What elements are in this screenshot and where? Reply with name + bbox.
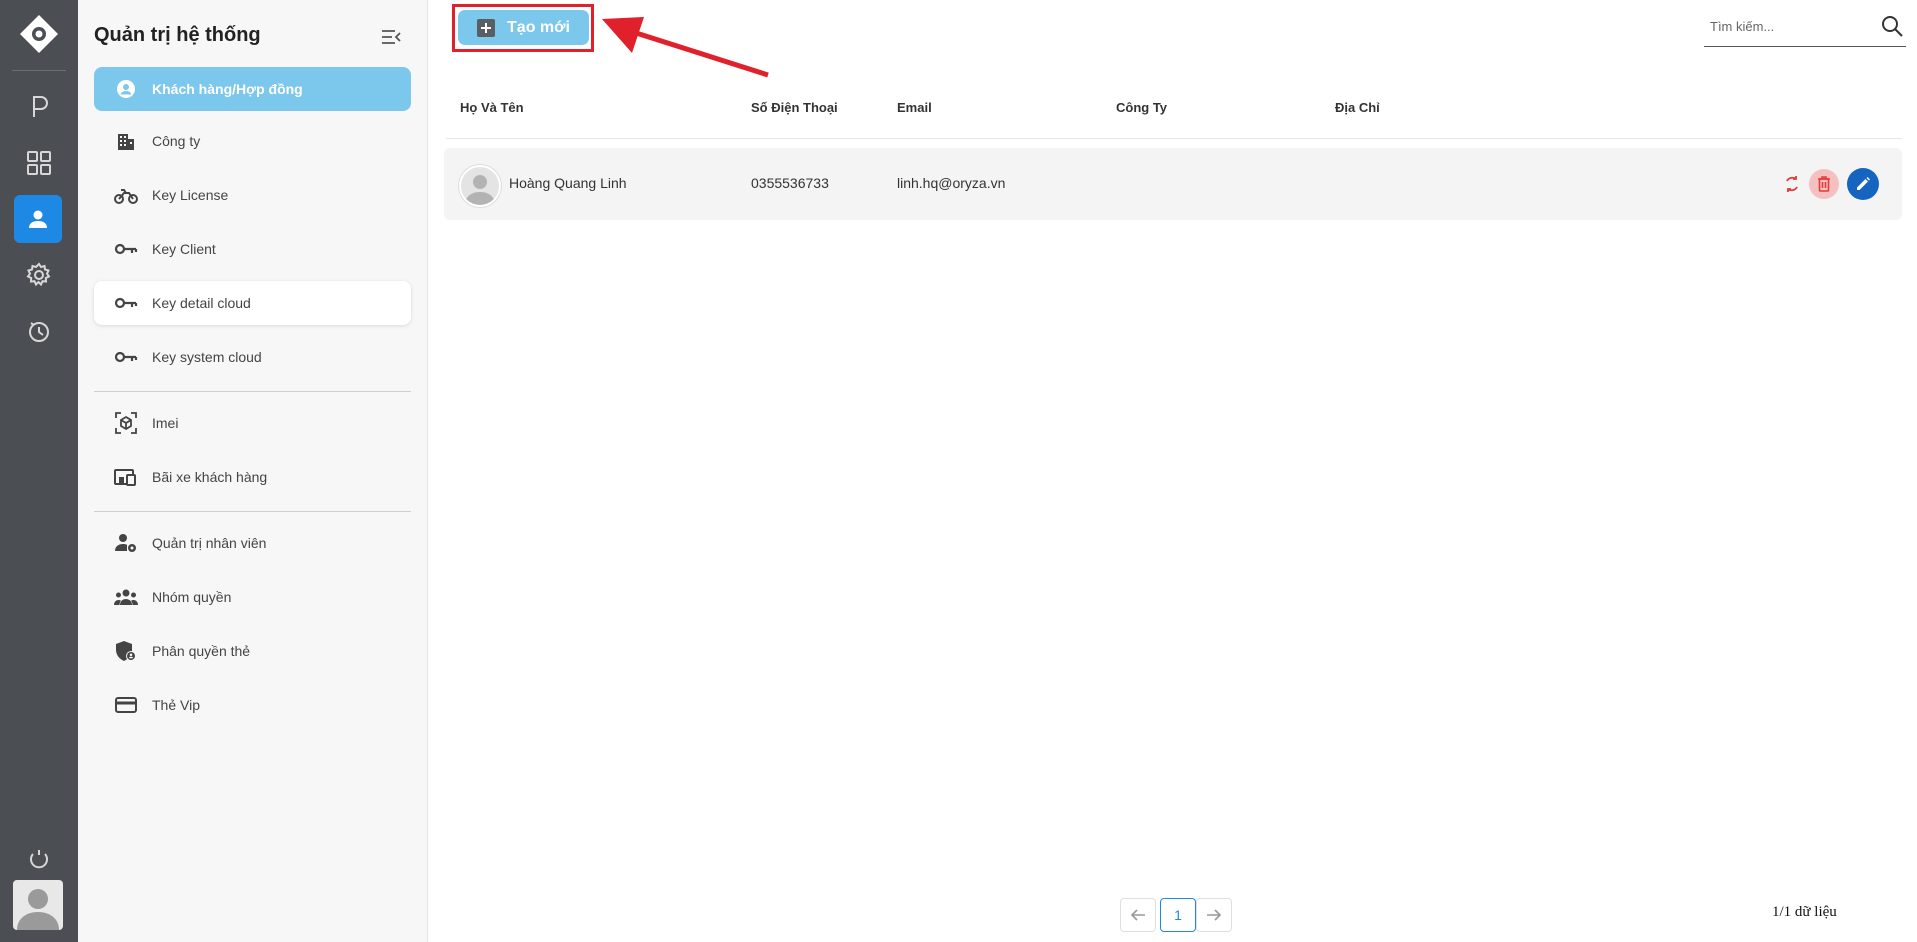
sidebar-item-staff-admin[interactable]: Quản trị nhân viên [94, 521, 411, 565]
column-header-email: Email [897, 100, 932, 115]
sidebar-divider [94, 391, 411, 392]
sidebar: Quản trị hệ thống Khách hàng/Hợp đồng Cô… [78, 0, 428, 942]
delete-button[interactable] [1809, 169, 1839, 199]
table-header: Họ Và Tên Số Điện Thoại Email Công Ty Đị… [446, 100, 1902, 139]
account-circle-icon [114, 77, 138, 101]
annotation-arrow-icon [602, 17, 769, 78]
search-input[interactable] [1708, 18, 1872, 35]
create-new-label: Tạo mới [507, 18, 570, 36]
building-icon [114, 129, 138, 153]
scan-cube-icon [114, 411, 138, 435]
cell-phone: 0355536733 [751, 175, 829, 191]
user-cog-icon [114, 531, 138, 555]
sidebar-divider [94, 511, 411, 512]
sidebar-item-key-system-cloud[interactable]: Key system cloud [94, 335, 411, 379]
shield-user-icon [114, 639, 138, 663]
table-row[interactable]: Hoàng Quang Linh 0355536733 linh.hq@oryz… [444, 148, 1902, 220]
icon-rail [0, 0, 78, 942]
sidebar-item-vip-card[interactable]: Thẻ Vip [94, 683, 411, 727]
sidebar-item-key-client[interactable]: Key Client [94, 227, 411, 271]
record-count: 1/1 dữ liệu [1772, 904, 1837, 920]
sidebar-item-label: Quản trị nhân viên [152, 535, 267, 551]
sidebar-item-key-license[interactable]: Key License [94, 173, 411, 217]
group-icon [114, 585, 138, 609]
sidebar-title: Quản trị hệ thống [94, 24, 261, 46]
reset-icon[interactable] [1777, 169, 1807, 199]
rail-divider [12, 70, 66, 71]
arrow-left-icon [1130, 909, 1145, 921]
sidebar-item-customers-contracts[interactable]: Khách hàng/Hợp đồng [94, 67, 411, 111]
sidebar-item-customer-parking[interactable]: Bãi xe khách hàng [94, 455, 411, 499]
column-header-phone: Số Điện Thoại [751, 100, 838, 115]
sidebar-item-label: Bãi xe khách hàng [152, 469, 268, 485]
sidebar-item-label: Key Client [152, 241, 216, 257]
sidebar-item-label: Khách hàng/Hợp đồng [152, 81, 303, 97]
user-icon[interactable] [14, 195, 62, 243]
sync-icon[interactable] [17, 837, 61, 881]
motorbike-icon [114, 183, 138, 207]
sidebar-item-company[interactable]: Công ty [94, 119, 411, 163]
avatar [459, 165, 501, 207]
sidebar-item-label: Thẻ Vip [152, 697, 200, 713]
sidebar-item-label: Công ty [152, 133, 201, 149]
cell-name: Hoàng Quang Linh [509, 175, 627, 191]
next-page-button[interactable] [1196, 898, 1232, 932]
key-icon [114, 345, 138, 369]
trash-icon [1818, 176, 1830, 192]
settings-icon[interactable] [17, 253, 61, 297]
key-icon [114, 237, 138, 261]
column-header-name: Họ Và Tên [460, 100, 524, 115]
clock-history-icon[interactable] [17, 309, 61, 353]
sidebar-item-label: Imei [152, 415, 179, 431]
search-icon[interactable] [1880, 14, 1904, 38]
sidebar-item-label: Key system cloud [152, 349, 262, 365]
sidebar-item-imei[interactable]: Imei [94, 401, 411, 445]
arrow-right-icon [1207, 909, 1222, 921]
cell-email: linh.hq@oryza.vn [897, 175, 1006, 191]
sidebar-item-label: Key detail cloud [152, 295, 251, 311]
pencil-icon [1857, 177, 1870, 190]
plus-icon [477, 18, 496, 37]
sidebar-item-card-permissions[interactable]: Phân quyền thẻ [94, 629, 411, 673]
prev-page-button[interactable] [1120, 898, 1156, 932]
edit-button[interactable] [1847, 168, 1879, 200]
sidebar-item-key-detail-cloud[interactable]: Key detail cloud [94, 281, 411, 325]
key-icon [114, 291, 138, 315]
sidebar-item-label: Key License [152, 187, 229, 203]
create-new-button[interactable]: Tạo mới [458, 10, 589, 45]
page-number-button[interactable]: 1 [1160, 898, 1196, 932]
column-header-company: Công Ty [1116, 100, 1168, 115]
credit-card-icon [114, 693, 138, 717]
devices-icon [114, 465, 138, 489]
dashboard-grid-icon[interactable] [17, 141, 61, 185]
sidebar-item-label: Nhóm quyền [152, 589, 232, 605]
logo-icon[interactable] [19, 14, 59, 54]
avatar[interactable] [13, 880, 63, 930]
sidebar-item-permission-groups[interactable]: Nhóm quyền [94, 575, 411, 619]
column-header-address: Địa Chỉ [1335, 100, 1380, 115]
collapse-menu-icon[interactable] [380, 26, 402, 48]
search-box [1704, 8, 1906, 47]
sidebar-item-label: Phân quyền thẻ [152, 643, 251, 659]
parking-icon[interactable] [17, 85, 61, 129]
